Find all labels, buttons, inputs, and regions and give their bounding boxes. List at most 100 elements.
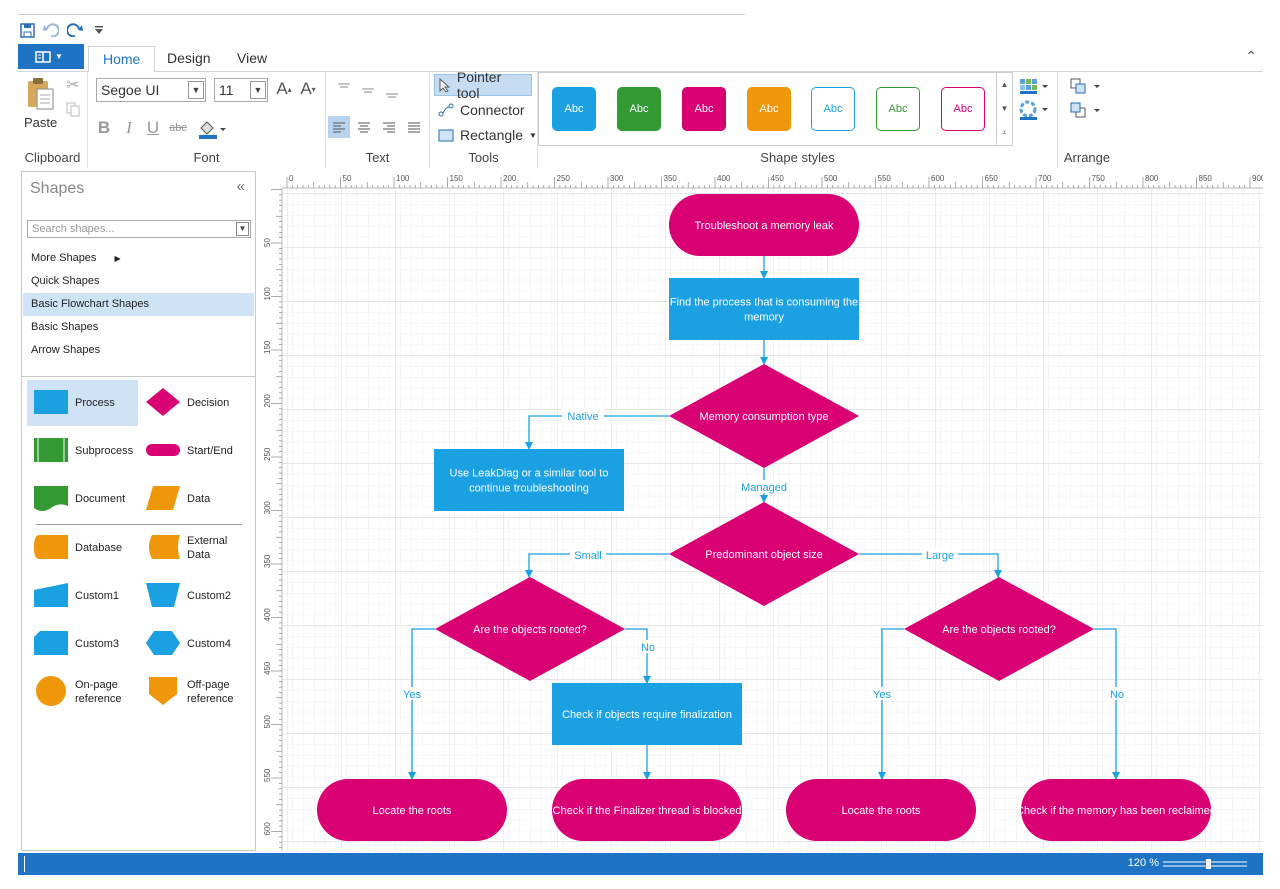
- grow-font-icon[interactable]: A ▴: [274, 78, 294, 100]
- fill-style-icon[interactable]: [1017, 76, 1051, 96]
- tab-view[interactable]: View: [223, 46, 281, 73]
- shape-item-label: Process: [75, 397, 115, 409]
- shape-item-custom3[interactable]: Custom3: [27, 621, 138, 667]
- rectangle-tool-button[interactable]: Rectangle ▼: [434, 124, 541, 146]
- cut-icon[interactable]: ✂: [64, 76, 82, 94]
- shape-item-process[interactable]: Process: [27, 380, 138, 426]
- pointer-tool-button[interactable]: Pointer tool: [434, 69, 532, 101]
- node-roots-2[interactable]: Locate the roots: [786, 779, 976, 841]
- paste-button-label[interactable]: Paste: [24, 115, 57, 130]
- node-find[interactable]: Find the process that is consuming the me…: [669, 278, 859, 340]
- node-reclaimed[interactable]: Check if the memory has been reclaimed: [1016, 779, 1216, 841]
- bold-icon[interactable]: B: [94, 118, 114, 138]
- category-more-shapes[interactable]: More Shapes ▶: [23, 247, 254, 270]
- chevron-right-icon: ▶: [114, 254, 121, 263]
- shape-style-1[interactable]: Abc: [552, 87, 596, 131]
- shape-item-custom4[interactable]: Custom4: [139, 621, 249, 667]
- font-name-combo[interactable]: Segoe UI ▼: [96, 78, 206, 102]
- category-quick-shapes[interactable]: Quick Shapes: [23, 270, 254, 293]
- shape-item-start-end[interactable]: Start/End: [139, 428, 249, 474]
- undo-icon[interactable]: [42, 21, 60, 39]
- node-finalizer-blocked[interactable]: Check if the Finalizer thread is blocked: [552, 779, 742, 841]
- process-shape[interactable]: [434, 449, 624, 511]
- status-bar: 120 %: [18, 853, 1263, 875]
- node-finalize[interactable]: Check if objects require finalization: [552, 683, 742, 745]
- justify-icon[interactable]: [403, 116, 425, 138]
- category-arrow-shapes[interactable]: Arrow Shapes: [23, 339, 254, 362]
- shape-item-decision[interactable]: Decision: [139, 380, 249, 426]
- shape-item-data[interactable]: Data: [139, 476, 249, 522]
- shape-item-off-page-reference[interactable]: Off-page reference: [139, 669, 249, 715]
- strikethrough-icon[interactable]: abc: [167, 118, 189, 138]
- connector-icon: [438, 103, 454, 117]
- align-right-icon[interactable]: [378, 116, 400, 138]
- italic-icon[interactable]: I: [119, 118, 139, 138]
- diagram-canvas[interactable]: 0 50 100 150 200 250 300 350 400 450 500 550 600 650 7…: [260, 171, 1263, 851]
- chevron-down-icon[interactable]: ▼: [250, 81, 266, 99]
- chevron-down-icon[interactable]: ▼: [188, 81, 204, 99]
- v-ruler-tick: 350: [263, 554, 272, 568]
- shape-style-2[interactable]: Abc: [617, 87, 661, 131]
- font-size-combo[interactable]: 11 ▼: [214, 78, 268, 102]
- customize-qat-icon[interactable]: [90, 21, 108, 39]
- shape-style-4[interactable]: Abc: [747, 87, 791, 131]
- align-top-icon[interactable]: [334, 78, 354, 96]
- underline-icon[interactable]: U: [143, 118, 163, 138]
- chevron-down-icon: ▼: [55, 52, 63, 61]
- collapse-panel-icon[interactable]: «: [237, 178, 245, 195]
- send-backward-icon[interactable]: [1066, 100, 1106, 120]
- shape-item-database[interactable]: Database: [27, 525, 138, 571]
- gallery-scroll[interactable]: ▲ ▼ ⩡: [996, 73, 1012, 145]
- shape-style-5[interactable]: Abc: [811, 87, 855, 131]
- copy-icon[interactable]: [64, 100, 82, 118]
- shape-style-3[interactable]: Abc: [682, 87, 726, 131]
- node-label: Check if the Finalizer thread is blocked: [553, 805, 742, 817]
- align-bottom-icon[interactable]: [382, 86, 402, 104]
- tab-home[interactable]: Home: [88, 46, 156, 73]
- align-center-icon[interactable]: [353, 116, 375, 138]
- search-shapes-input[interactable]: Search shapes... ▼: [27, 220, 251, 238]
- shape-item-document[interactable]: Document: [27, 476, 138, 522]
- align-left-icon[interactable]: [328, 116, 350, 138]
- shape-item-custom1[interactable]: Custom1: [27, 573, 138, 619]
- shape-item-subprocess[interactable]: Subprocess: [27, 428, 138, 474]
- shape-item-on-page-reference[interactable]: On-page reference: [27, 669, 138, 715]
- process-shape[interactable]: [669, 278, 859, 340]
- redo-icon[interactable]: [66, 21, 84, 39]
- gallery-expand-icon[interactable]: ⩡: [1002, 128, 1007, 138]
- align-middle-icon[interactable]: [358, 82, 378, 100]
- node-roots-1[interactable]: Locate the roots: [317, 779, 507, 841]
- node-start[interactable]: Troubleshoot a memory leak: [669, 194, 859, 256]
- chevron-down-icon[interactable]: ▼: [236, 222, 249, 236]
- scroll-up-icon[interactable]: ▲: [1001, 80, 1009, 89]
- shape-style-7[interactable]: Abc: [941, 87, 985, 131]
- save-icon[interactable]: [18, 21, 36, 39]
- diagram-surface[interactable]: 0 50 100 150 200 250 300 350 400 450 500 550 600 650 7…: [260, 171, 1263, 851]
- file-menu-button[interactable]: ▼: [18, 44, 84, 69]
- node-leakdiag[interactable]: Use LeakDiag or a similar tool to continu…: [434, 449, 624, 511]
- scroll-down-icon[interactable]: ▼: [1001, 104, 1009, 113]
- shape-style-4-label: Abc: [759, 103, 779, 115]
- font-name-value: Segoe UI: [101, 82, 160, 98]
- status-divider: [24, 856, 25, 872]
- shape-item-external-data[interactable]: External Data: [139, 525, 249, 571]
- shape-style-5-label: Abc: [823, 103, 843, 115]
- node-label: Are the objects rooted?: [473, 624, 587, 636]
- text-group: Text: [326, 72, 430, 168]
- line-style-icon[interactable]: [1017, 100, 1051, 120]
- zoom-slider[interactable]: [1161, 857, 1249, 871]
- shape-item-custom2[interactable]: Custom2: [139, 573, 249, 619]
- pointer-icon: [439, 77, 451, 93]
- collapse-ribbon-icon[interactable]: ⌃: [1245, 48, 1257, 65]
- connector-tool-button[interactable]: Connector: [434, 99, 529, 121]
- shrink-font-icon[interactable]: A ▾: [298, 78, 318, 100]
- category-basic-shapes[interactable]: Basic Shapes: [23, 316, 254, 339]
- bring-forward-icon[interactable]: [1066, 76, 1106, 96]
- tab-design[interactable]: Design: [153, 46, 225, 73]
- paste-icon[interactable]: [22, 76, 58, 112]
- custom2-shape-icon: [145, 580, 181, 613]
- chevron-down-icon[interactable]: ▼: [529, 131, 537, 140]
- fill-color-icon[interactable]: [195, 118, 229, 140]
- category-basic-flowchart-shapes[interactable]: Basic Flowchart Shapes: [23, 293, 254, 316]
- shape-style-6[interactable]: Abc: [876, 87, 920, 131]
